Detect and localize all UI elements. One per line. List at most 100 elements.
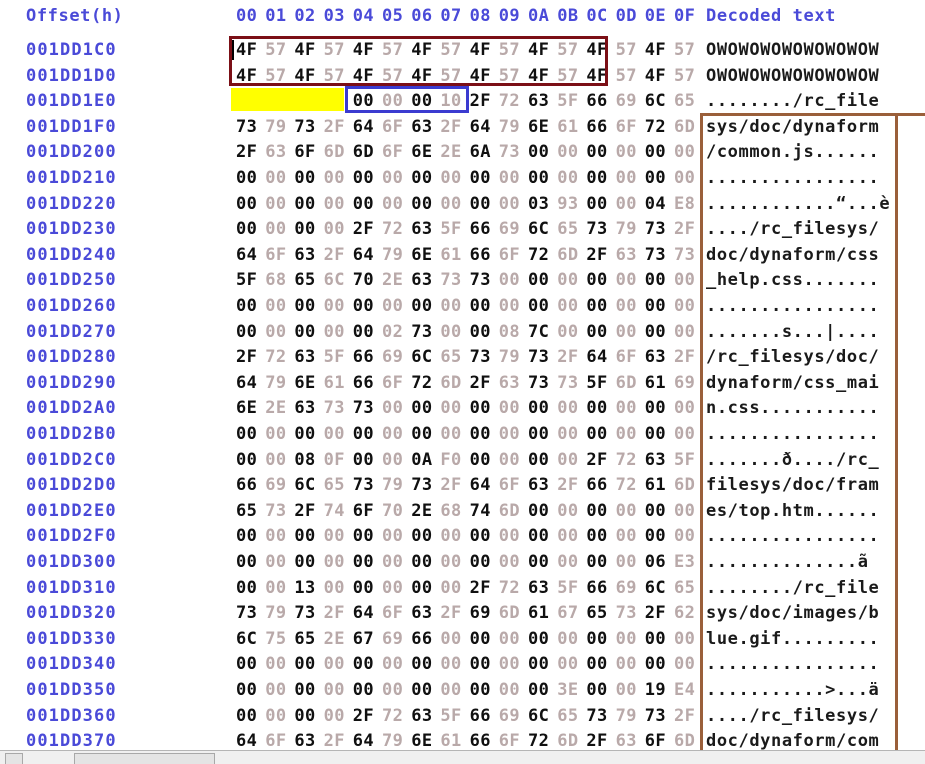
hex-byte-cell[interactable]: 00: [411, 396, 439, 422]
hex-byte-cell[interactable]: 00: [265, 217, 293, 243]
hex-byte-cell[interactable]: 00: [382, 652, 410, 678]
hex-byte-cell[interactable]: 00: [674, 268, 702, 294]
hex-byte-cell[interactable]: 57: [557, 38, 585, 64]
hex-byte-cell[interactable]: 00: [645, 396, 673, 422]
hex-byte-cell[interactable]: 73: [353, 396, 381, 422]
hex-byte-cell[interactable]: 00: [557, 627, 585, 653]
hex-byte-cell[interactable]: 63: [645, 448, 673, 474]
hex-byte-cell[interactable]: 4F: [294, 64, 322, 90]
hex-byte-cell[interactable]: 4F: [586, 38, 614, 64]
hex-byte-cell[interactable]: E3: [674, 550, 702, 576]
hex-byte-cell[interactable]: 00: [294, 550, 322, 576]
hex-byte-cell[interactable]: 57: [440, 64, 468, 90]
hex-byte-cell[interactable]: 00: [382, 396, 410, 422]
hex-byte-cell[interactable]: 2F: [353, 217, 381, 243]
hex-byte-cell[interactable]: 00: [645, 268, 673, 294]
hex-byte-cell[interactable]: 73: [411, 320, 439, 346]
hex-byte-cell[interactable]: 00: [265, 524, 293, 550]
hex-byte-cell[interactable]: 4F: [645, 64, 673, 90]
hex-byte-cell[interactable]: 6F: [382, 140, 410, 166]
hex-byte-cell[interactable]: 00: [236, 294, 264, 320]
hex-byte-cell[interactable]: 64: [353, 243, 381, 269]
hex-byte-cell[interactable]: 00: [440, 524, 468, 550]
scroll-left-button[interactable]: [5, 753, 23, 764]
hex-byte-cell[interactable]: 00: [674, 140, 702, 166]
hex-byte-cell[interactable]: 00: [557, 294, 585, 320]
hex-byte-cell[interactable]: 00: [674, 524, 702, 550]
hex-byte-cell[interactable]: 3E: [557, 678, 585, 704]
hex-byte-cell[interactable]: 00: [499, 652, 527, 678]
hex-byte-cell[interactable]: 6C: [324, 268, 352, 294]
hex-byte-cell[interactable]: 66: [586, 89, 614, 115]
hex-byte-cell[interactable]: 2F: [236, 345, 264, 371]
hex-byte-cell[interactable]: 2E: [265, 396, 293, 422]
hex-byte-cell[interactable]: 00: [499, 294, 527, 320]
hex-byte-cell[interactable]: 00: [528, 499, 556, 525]
hex-byte-cell[interactable]: 65: [586, 601, 614, 627]
hex-byte-cell[interactable]: 79: [499, 345, 527, 371]
hex-byte-cell[interactable]: 00: [324, 524, 352, 550]
hex-byte-cell[interactable]: 00: [411, 678, 439, 704]
hex-byte-cell[interactable]: 69: [674, 371, 702, 397]
hex-byte-cell[interactable]: 00: [586, 499, 614, 525]
hex-byte-cell[interactable]: 2F: [470, 89, 498, 115]
hex-byte-cell[interactable]: 66: [470, 243, 498, 269]
hex-byte-cell[interactable]: 61: [440, 243, 468, 269]
hex-byte-cell[interactable]: 01: [324, 89, 352, 115]
hex-byte-cell[interactable]: 00: [265, 576, 293, 602]
hex-byte-cell[interactable]: 00: [528, 524, 556, 550]
hex-byte-cell[interactable]: 00: [411, 652, 439, 678]
hex-byte-cell[interactable]: 00: [236, 89, 264, 115]
hex-byte-cell[interactable]: 2F: [294, 499, 322, 525]
hex-byte-cell[interactable]: 61: [557, 115, 585, 141]
hex-byte-cell[interactable]: F0: [440, 448, 468, 474]
hex-byte-cell[interactable]: 00: [265, 320, 293, 346]
hex-byte-cell[interactable]: 63: [411, 217, 439, 243]
hex-byte-cell[interactable]: 00: [645, 294, 673, 320]
hex-byte-cell[interactable]: 2F: [586, 243, 614, 269]
hex-byte-cell[interactable]: 63: [499, 371, 527, 397]
hex-byte-cell[interactable]: 00: [470, 294, 498, 320]
hex-byte-cell[interactable]: 4F: [411, 38, 439, 64]
hex-byte-cell[interactable]: 00: [236, 678, 264, 704]
hex-byte-cell[interactable]: 00: [440, 166, 468, 192]
hex-byte-cell[interactable]: 65: [324, 473, 352, 499]
hex-byte-cell[interactable]: 02: [382, 320, 410, 346]
hex-byte-cell[interactable]: 4F: [236, 38, 264, 64]
hex-byte-cell[interactable]: 73: [645, 243, 673, 269]
hex-byte-cell[interactable]: 6E: [411, 140, 439, 166]
hex-byte-cell[interactable]: 00: [236, 704, 264, 730]
hex-byte-cell[interactable]: 72: [616, 473, 644, 499]
hex-byte-cell[interactable]: 08: [499, 320, 527, 346]
hex-byte-cell[interactable]: 00: [616, 499, 644, 525]
hex-byte-cell[interactable]: 00: [440, 550, 468, 576]
hex-byte-cell[interactable]: 00: [353, 192, 381, 218]
hex-byte-cell[interactable]: 00: [411, 192, 439, 218]
hex-byte-cell[interactable]: 00: [353, 550, 381, 576]
hex-byte-cell[interactable]: 2F: [674, 345, 702, 371]
hex-byte-cell[interactable]: 0A: [411, 448, 439, 474]
hex-byte-cell[interactable]: 00: [616, 524, 644, 550]
hex-byte-cell[interactable]: 00: [499, 448, 527, 474]
hex-byte-cell[interactable]: 00: [528, 678, 556, 704]
hex-byte-cell[interactable]: 00: [499, 678, 527, 704]
hex-byte-cell[interactable]: 00: [411, 550, 439, 576]
hex-byte-cell[interactable]: 00: [294, 524, 322, 550]
decoded-text-cell[interactable]: /common.js......: [706, 140, 879, 166]
hex-byte-cell[interactable]: 73: [645, 704, 673, 730]
hex-byte-cell[interactable]: 00: [674, 320, 702, 346]
hex-byte-cell[interactable]: 57: [616, 38, 644, 64]
hex-byte-cell[interactable]: 79: [499, 115, 527, 141]
hex-byte-cell[interactable]: 00: [236, 166, 264, 192]
hex-byte-cell[interactable]: 6F: [616, 115, 644, 141]
hex-byte-cell[interactable]: 00: [265, 422, 293, 448]
hex-byte-cell[interactable]: 6E: [528, 115, 556, 141]
hex-byte-cell[interactable]: 00: [440, 576, 468, 602]
hex-byte-cell[interactable]: 2F: [470, 371, 498, 397]
hex-byte-cell[interactable]: 06: [645, 550, 673, 576]
hex-byte-cell[interactable]: 61: [645, 473, 673, 499]
hex-byte-cell[interactable]: 00: [236, 576, 264, 602]
hex-byte-cell[interactable]: 4F: [353, 38, 381, 64]
hex-byte-cell[interactable]: 4F: [236, 64, 264, 90]
hex-byte-cell[interactable]: 00: [324, 192, 352, 218]
